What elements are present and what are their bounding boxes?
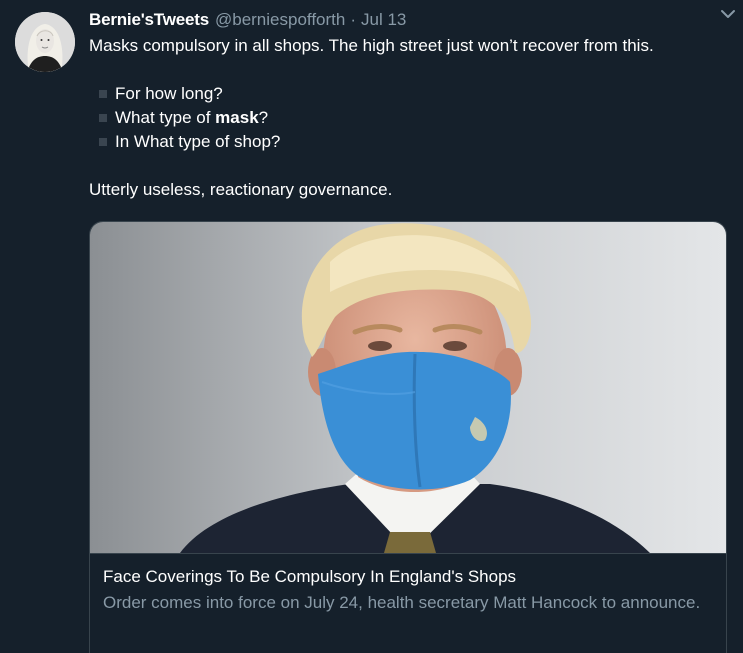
separator-dot: · [350,10,357,29]
tweet-date[interactable]: Jul 13 [361,10,406,30]
card-title[interactable]: Face Coverings To Be Compulsory In Engla… [103,566,713,588]
bullet-item-3: In What type of shop? [89,130,729,154]
link-preview-card[interactable]: Face Coverings To Be Compulsory In Engla… [89,221,727,653]
tweet-text: Masks compulsory in all shops. The high … [89,34,729,202]
chevron-down-icon[interactable] [718,4,738,24]
bullet-square-icon [99,114,107,122]
bullet-item-2: What type of mask? [89,106,729,130]
tweet-header: Bernie'sTweets @berniespofforth · Jul 13 [89,10,729,34]
card-description: Order comes into force on July 24, healt… [103,593,701,612]
card-body: Face Coverings To Be Compulsory In Engla… [90,554,726,627]
user-handle[interactable]: @berniespofforth [215,10,345,30]
tweet-content: Bernie'sTweets @berniespofforth · Jul 13… [89,10,729,202]
display-name[interactable]: Bernie'sTweets [89,10,209,30]
bullet-square-icon [99,90,107,98]
card-image [90,222,726,554]
bullet-item-1: For how long? [89,82,729,106]
avatar[interactable] [15,12,75,72]
bullet-square-icon [99,138,107,146]
tweet: Bernie'sTweets @berniespofforth · Jul 13… [0,0,743,653]
tweet-line-1: Masks compulsory in all shops. The high … [89,36,654,55]
tweet-closing-line: Utterly useless, reactionary governance. [89,180,393,199]
